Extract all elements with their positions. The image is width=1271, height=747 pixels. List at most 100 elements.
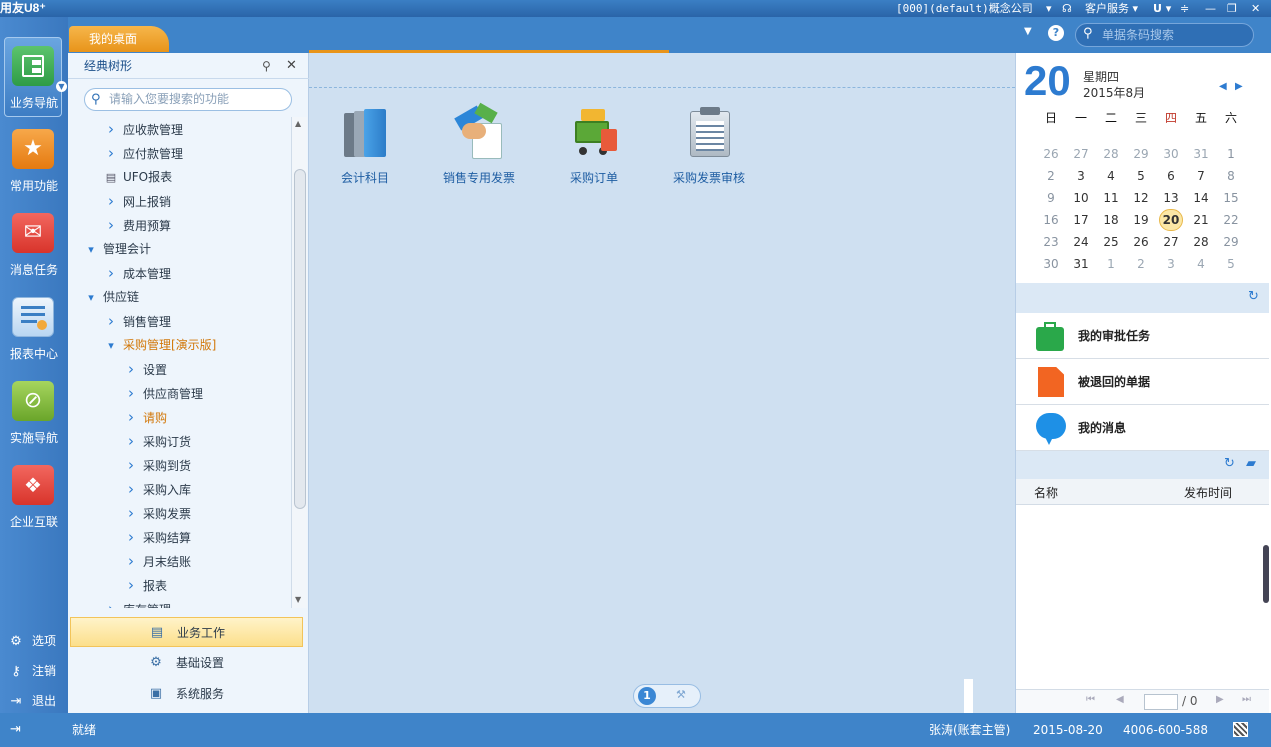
calendar-day-cell[interactable]: 2 — [1036, 165, 1066, 187]
exit-button[interactable]: ⇥ 退出 — [8, 691, 56, 711]
options-button[interactable]: ⚙ 选项 — [8, 631, 56, 651]
business-work-button[interactable]: ▤ 业务工作 — [70, 617, 303, 647]
tree-item[interactable]: › 供应商管理 — [124, 381, 203, 405]
tree-item[interactable]: › 采购入库 — [124, 477, 191, 501]
tree-item[interactable]: › 月末结账 — [124, 549, 191, 573]
tree-item[interactable]: › 成本管理 — [104, 261, 171, 285]
scroll-down-icon[interactable]: ▼ — [295, 595, 301, 604]
prev-month-icon[interactable]: ◀ — [1219, 81, 1227, 92]
tree-item[interactable]: › 销售管理 — [104, 309, 171, 333]
calendar-day-cell[interactable]: 26 — [1036, 143, 1066, 165]
help-icon[interactable]: ? — [1048, 25, 1064, 41]
calendar-day-cell[interactable]: 25 — [1096, 231, 1126, 253]
logout-button[interactable]: ⚷ 注销 — [8, 661, 56, 681]
wrench-icon[interactable]: ⚒ — [676, 688, 686, 701]
tree-item[interactable]: ▾ 管理会计 — [84, 237, 151, 261]
calendar-day-cell[interactable]: 27 — [1156, 231, 1186, 253]
calendar-day-cell[interactable]: 14 — [1186, 187, 1216, 209]
nav-implementation[interactable]: ⊘ 实施导航 — [0, 373, 68, 453]
nav-reports[interactable]: 报表中心 — [0, 289, 68, 369]
tree-item[interactable]: ▾ 供应链 — [84, 285, 139, 309]
company-dropdown-icon[interactable]: ▾ — [1046, 0, 1052, 17]
chevron-down-icon[interactable]: ▼ — [56, 81, 67, 92]
calendar-day-cell[interactable]: 29 — [1126, 143, 1156, 165]
calendar-day-cell[interactable]: 5 — [1216, 253, 1246, 275]
page-1-button[interactable]: 1 — [638, 687, 656, 705]
last-page-icon[interactable]: ⏭ — [1242, 694, 1251, 705]
tree-item[interactable]: › 费用预算 — [104, 213, 171, 237]
close-icon[interactable]: ✕ — [286, 53, 297, 79]
nav-business[interactable]: 业务导航 ▼ — [4, 37, 67, 117]
nav-enterprise[interactable]: ❖ 企业互联 — [0, 457, 68, 537]
menu-icon[interactable]: ≑ — [1180, 0, 1189, 17]
calendar-day-cell[interactable]: 3 — [1156, 253, 1186, 275]
u-icon[interactable]: U ▾ — [1153, 0, 1171, 17]
refresh-icon[interactable]: ↻ — [1248, 289, 1259, 304]
task-returned-documents[interactable]: 被退回的单据 — [1016, 359, 1269, 405]
calendar-day-cell[interactable]: 21 — [1186, 209, 1216, 231]
nav-messages[interactable]: ✉ 消息任务 — [0, 205, 68, 285]
headset-icon[interactable]: ☊ — [1062, 0, 1072, 17]
calendar-day-cell[interactable]: 11 — [1096, 187, 1126, 209]
tree-item[interactable]: › 应付款管理 — [104, 141, 183, 165]
calendar-day-cell[interactable]: 24 — [1066, 231, 1096, 253]
desktop-icon-sales-invoice[interactable]: 销售专用发票 — [419, 102, 539, 186]
calendar-day-cell[interactable]: 8 — [1216, 165, 1246, 187]
next-month-icon[interactable]: ▶ — [1235, 81, 1243, 92]
desktop-icon-purchase-order[interactable]: 采购订单 — [534, 107, 654, 186]
calendar-day-cell[interactable]: 31 — [1066, 253, 1096, 275]
calendar-day-cell[interactable]: 10 — [1066, 187, 1096, 209]
tree-item[interactable]: › 应收款管理 — [104, 117, 183, 141]
calendar-day-cell[interactable]: 31 — [1186, 143, 1216, 165]
barcode-search-input[interactable]: ⚲ 单据条码搜索 — [1075, 23, 1254, 47]
scroll-up-icon[interactable]: ▲ — [295, 119, 301, 128]
calendar-day-cell[interactable]: 1 — [1096, 253, 1126, 275]
calendar-day-cell[interactable]: 16 — [1036, 209, 1066, 231]
tree-item[interactable]: › 设置 — [124, 357, 167, 381]
first-page-icon[interactable]: ⏮ — [1086, 694, 1095, 705]
close-icon[interactable]: ✕ — [1251, 0, 1260, 17]
tree-scrollbar[interactable]: ▲ ▼ — [291, 117, 307, 608]
calendar-day-cell[interactable]: 27 — [1066, 143, 1096, 165]
tree-item[interactable]: ▾ 采购管理[演示版] — [104, 333, 216, 357]
tree-item[interactable]: › 网上报销 — [104, 189, 171, 213]
tree-item[interactable]: ▤ UFO报表 — [104, 165, 172, 189]
calendar-day-cell[interactable]: 18 — [1096, 209, 1126, 231]
tree-item[interactable]: › 采购到货 — [124, 453, 191, 477]
calendar-day-cell[interactable]: 29 — [1216, 231, 1246, 253]
calendar-today[interactable]: 20 — [1159, 209, 1183, 231]
calendar-day-cell[interactable]: 6 — [1156, 165, 1186, 187]
book-icon[interactable]: ▰ — [1246, 456, 1256, 471]
task-messages[interactable]: 我的消息 — [1016, 405, 1269, 451]
basic-settings-button[interactable]: ⚙ 基础设置 — [70, 648, 303, 678]
page-input[interactable] — [1144, 694, 1178, 710]
calendar-day-cell[interactable]: 26 — [1126, 231, 1156, 253]
calendar-day-cell[interactable]: 1 — [1216, 143, 1246, 165]
calendar-day-cell[interactable]: 22 — [1216, 209, 1246, 231]
system-service-button[interactable]: ▣ 系统服务 — [70, 679, 303, 709]
calendar-day-cell[interactable]: 17 — [1066, 209, 1096, 231]
calendar-day-cell[interactable]: 15 — [1216, 187, 1246, 209]
tree-item[interactable]: › 采购发票 — [124, 501, 191, 525]
tree-item[interactable]: › 请购 — [124, 405, 167, 429]
pin-icon[interactable]: ⚲ — [262, 53, 271, 79]
function-search-input[interactable]: ⚲ 请输入您要搜索的功能 — [84, 88, 292, 111]
minimize-icon[interactable]: — — [1205, 0, 1216, 17]
restore-icon[interactable]: ❐ — [1227, 0, 1237, 17]
task-approval[interactable]: 我的审批任务 — [1016, 313, 1269, 359]
collapse-icon[interactable]: ⇥ — [10, 713, 21, 747]
calendar-day-cell[interactable]: 5 — [1126, 165, 1156, 187]
calendar-day-cell[interactable]: 4 — [1096, 165, 1126, 187]
tree-item[interactable]: › 采购结算 — [124, 525, 191, 549]
calendar-day-cell[interactable]: 4 — [1186, 253, 1216, 275]
tree-item[interactable]: › 报表 — [124, 573, 167, 597]
prev-page-icon[interactable]: ◀ — [1116, 694, 1124, 705]
calendar-day-cell[interactable]: 3 — [1066, 165, 1096, 187]
calendar-day-cell[interactable]: 28 — [1186, 231, 1216, 253]
calendar-day-cell[interactable]: 19 — [1126, 209, 1156, 231]
scroll-thumb[interactable] — [294, 169, 306, 509]
refresh-icon[interactable]: ↻ — [1224, 456, 1235, 471]
tree-item[interactable]: › 库存管理 — [104, 597, 171, 608]
qr-code-icon[interactable] — [1233, 722, 1248, 737]
calendar-day-cell[interactable]: 28 — [1096, 143, 1126, 165]
